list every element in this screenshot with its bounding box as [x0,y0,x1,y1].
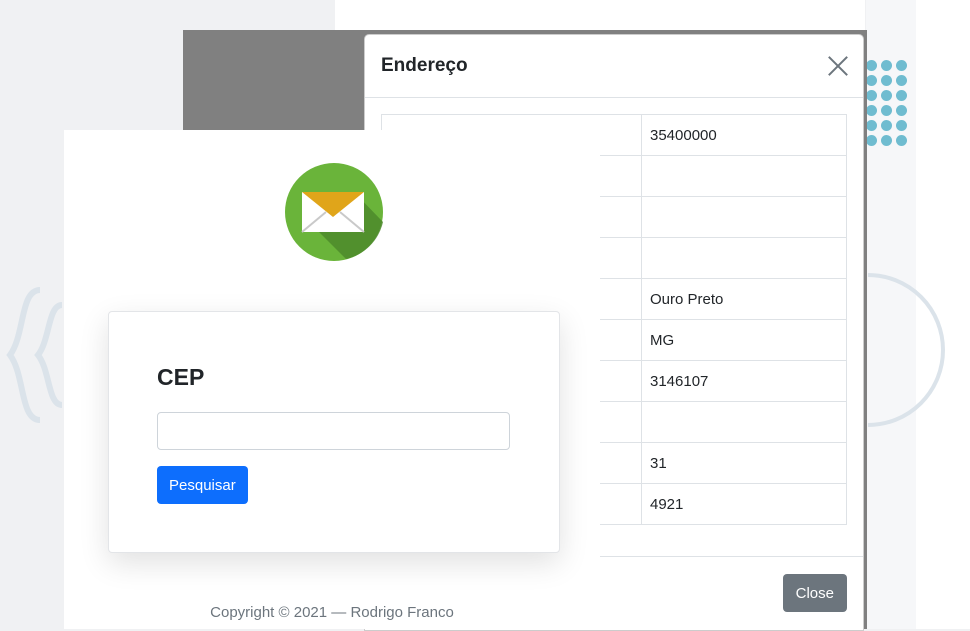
search-card: CEP Pesquisar [108,311,560,553]
close-icon[interactable] [827,55,849,77]
field-value-cell: MG [641,319,847,361]
modal-header: Endereço [365,35,863,98]
search-button[interactable]: Pesquisar [157,466,248,504]
modal-title: Endereço [381,55,468,76]
field-value-cell: 4921 [641,483,847,525]
envelope-icon [285,163,383,261]
field-value-cell [641,237,847,279]
close-button[interactable]: Close [782,574,847,612]
field-value-cell: 31 [641,442,847,484]
field-value-cell: Ouro Preto [641,278,847,320]
cep-label: CEP [157,364,205,390]
cep-input[interactable] [157,412,510,450]
field-value-cell [641,401,847,443]
field-value-cell: 3146107 [641,360,847,402]
field-value-cell [641,155,847,197]
brace-decoration-icon [6,287,63,423]
copyright-text: Copyright © 2021 — Rodrigo Franco [210,604,454,621]
dot-pattern-decoration [866,60,907,146]
background-panel [335,0,865,30]
circle-decoration-icon [868,273,945,427]
field-value-cell [641,196,847,238]
field-value-cell: 35400000 [641,114,847,156]
